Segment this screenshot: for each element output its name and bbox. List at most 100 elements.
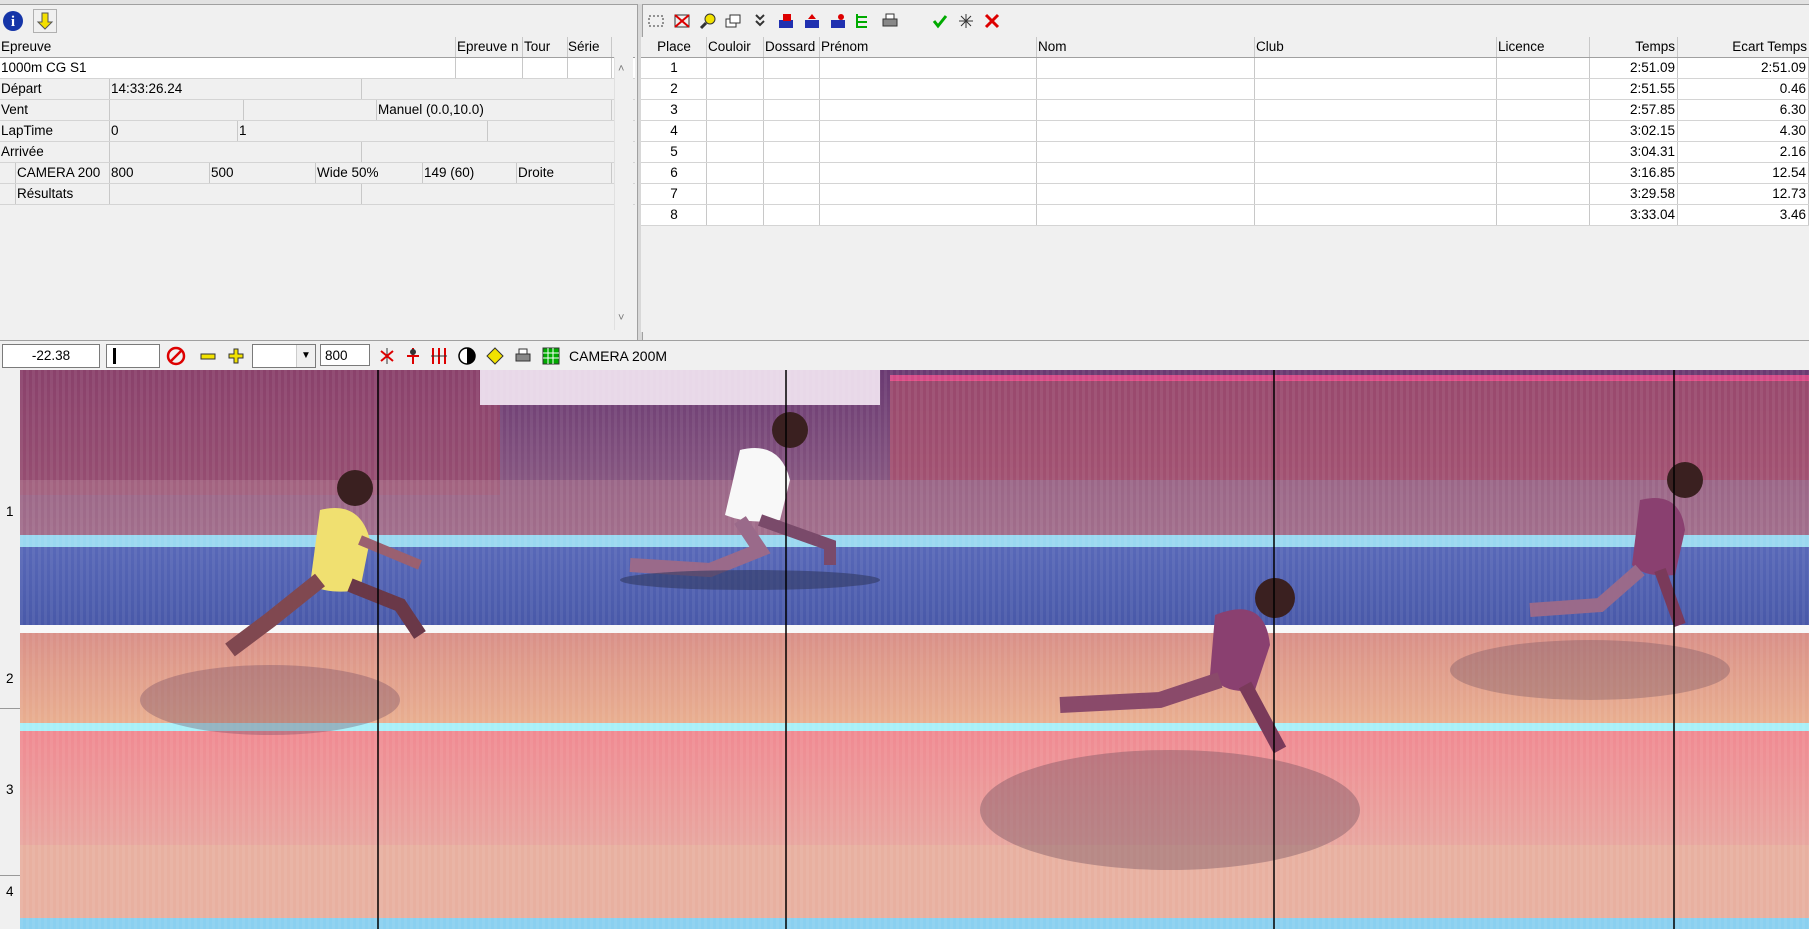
time-offset-field[interactable]: -22.38 [2,344,100,368]
runner-icon [407,348,419,364]
depart-row: Départ 14:33:26.24 [0,79,635,100]
info-button[interactable]: i [1,9,25,33]
cell-couloir [707,184,764,204]
select-icon [648,15,664,27]
photo-finish-image[interactable] [20,370,1809,929]
vent-value-a[interactable] [110,100,244,120]
clear-marks-button[interactable] [375,344,399,368]
split-button[interactable] [427,344,451,368]
col-temps[interactable]: Temps [1590,37,1678,57]
tree-button[interactable] [852,9,876,33]
vent-value-b[interactable] [244,100,377,120]
zoom-select[interactable]: ▼ [252,344,316,368]
cell-prenom [820,163,1037,183]
camera-v3: 149 (60) [423,163,517,183]
grid-button[interactable] [539,344,563,368]
cell-temps: 2:51.55 [1590,79,1678,99]
cancel-button[interactable] [980,9,1004,33]
cell-ecart: 12.73 [1678,184,1809,204]
cell-place: 5 [641,142,707,162]
no-entry-button[interactable] [164,344,188,368]
cursor-field[interactable] [106,344,160,368]
arrivee-value[interactable] [110,142,362,162]
scroll-up-icon[interactable]: ˄ [618,63,624,75]
lane-label-4: 4 [6,884,14,899]
send-button[interactable] [826,9,850,33]
results-toolbar [643,6,1809,36]
zoom-icon [699,13,716,30]
resultats-indent [0,184,16,204]
cell-ecart: 4.30 [1678,121,1809,141]
header-epreuve[interactable]: Epreuve [0,37,456,57]
col-prenom[interactable]: Prénom [820,37,1037,57]
event-info-panel: Epreuve Epreuve n Tour Série 1000m CG S1… [0,37,635,332]
photo-finish-toolbar: -22.38 ▼ 800 CAMERA 200M [0,340,1809,371]
contrast-button[interactable] [455,344,479,368]
camera-label: CAMERA 200M [569,348,668,364]
header-tour[interactable]: Tour [523,37,568,57]
cell-prenom [820,121,1037,141]
zoom-value-field[interactable]: 800 [320,344,370,366]
vertical-scrollbar[interactable]: ˄ ˅ [614,57,633,330]
validate-button[interactable] [928,9,952,33]
export-button[interactable] [800,9,824,33]
finish-scene [20,370,1809,929]
resultats-row[interactable]: Résultats [0,184,635,205]
cell-licence [1497,100,1590,120]
col-club[interactable]: Club [1255,37,1497,57]
cell-place: 4 [641,121,707,141]
header-epreuve-n[interactable]: Epreuve n [456,37,523,57]
table-row[interactable]: 4 3:02.15 4.30 [641,121,1809,142]
header-serie[interactable]: Série [568,37,612,57]
down-arrow-button[interactable] [33,9,57,33]
scroll-down-icon[interactable]: ˅ [618,312,624,324]
brightness-button[interactable] [483,344,507,368]
cell-nom [1037,142,1255,162]
table-row[interactable]: 1 2:51.09 2:51.09 [641,58,1809,79]
table-row[interactable]: 3 2:57.85 6.30 [641,100,1809,121]
clear-button[interactable] [670,9,694,33]
vent-value[interactable]: Manuel (0.0,10.0) [377,100,612,120]
laptime-count[interactable]: 1 [238,121,488,141]
select-button[interactable] [644,9,668,33]
col-nom[interactable]: Nom [1037,37,1255,57]
col-ecart[interactable]: Ecart Temps [1678,37,1809,57]
col-couloir[interactable]: Couloir [707,37,764,57]
lane-label-3: 3 [6,782,14,797]
event-header-row: Epreuve Epreuve n Tour Série [0,37,635,58]
cell-place: 8 [641,205,707,225]
cell-dossard [764,58,820,78]
camera-v1: 800 [110,163,210,183]
runner-button[interactable] [401,344,425,368]
import-button[interactable] [774,9,798,33]
laptime-start[interactable]: 0 [110,121,238,141]
table-row[interactable]: 7 3:29.58 12.73 [641,184,1809,205]
table-row[interactable]: 5 3:04.31 2.16 [641,142,1809,163]
check-list-button[interactable] [748,9,772,33]
col-dossard[interactable]: Dossard [764,37,820,57]
minus-icon [200,353,216,360]
col-place[interactable]: Place [641,37,707,57]
scatter-button[interactable] [954,9,978,33]
camera-row[interactable]: CAMERA 200 800 500 Wide 50% 149 (60) Dro… [0,163,635,184]
cell-place: 3 [641,100,707,120]
cell-nom [1037,121,1255,141]
windows-button[interactable] [722,9,746,33]
event-tour [523,58,568,78]
table-row[interactable]: 6 3:16.85 12.54 [641,163,1809,184]
resultats-label: Résultats [16,184,110,204]
col-licence[interactable]: Licence [1497,37,1590,57]
search-button[interactable] [696,9,720,33]
print-button[interactable] [878,9,902,33]
cell-temps: 2:51.09 [1590,58,1678,78]
lane-label-2: 2 [6,671,14,686]
zoom-out-button[interactable] [196,344,220,368]
depart-time[interactable]: 14:33:26.24 [110,79,362,99]
zoom-in-button[interactable] [224,344,248,368]
event-row[interactable]: 1000m CG S1 [0,58,635,79]
table-row[interactable]: 8 3:33.04 3.46 [641,205,1809,226]
chevron-down-icon[interactable]: ▼ [296,345,315,367]
cell-prenom [820,100,1037,120]
table-row[interactable]: 2 2:51.55 0.46 [641,79,1809,100]
print-photo-button[interactable] [511,344,535,368]
